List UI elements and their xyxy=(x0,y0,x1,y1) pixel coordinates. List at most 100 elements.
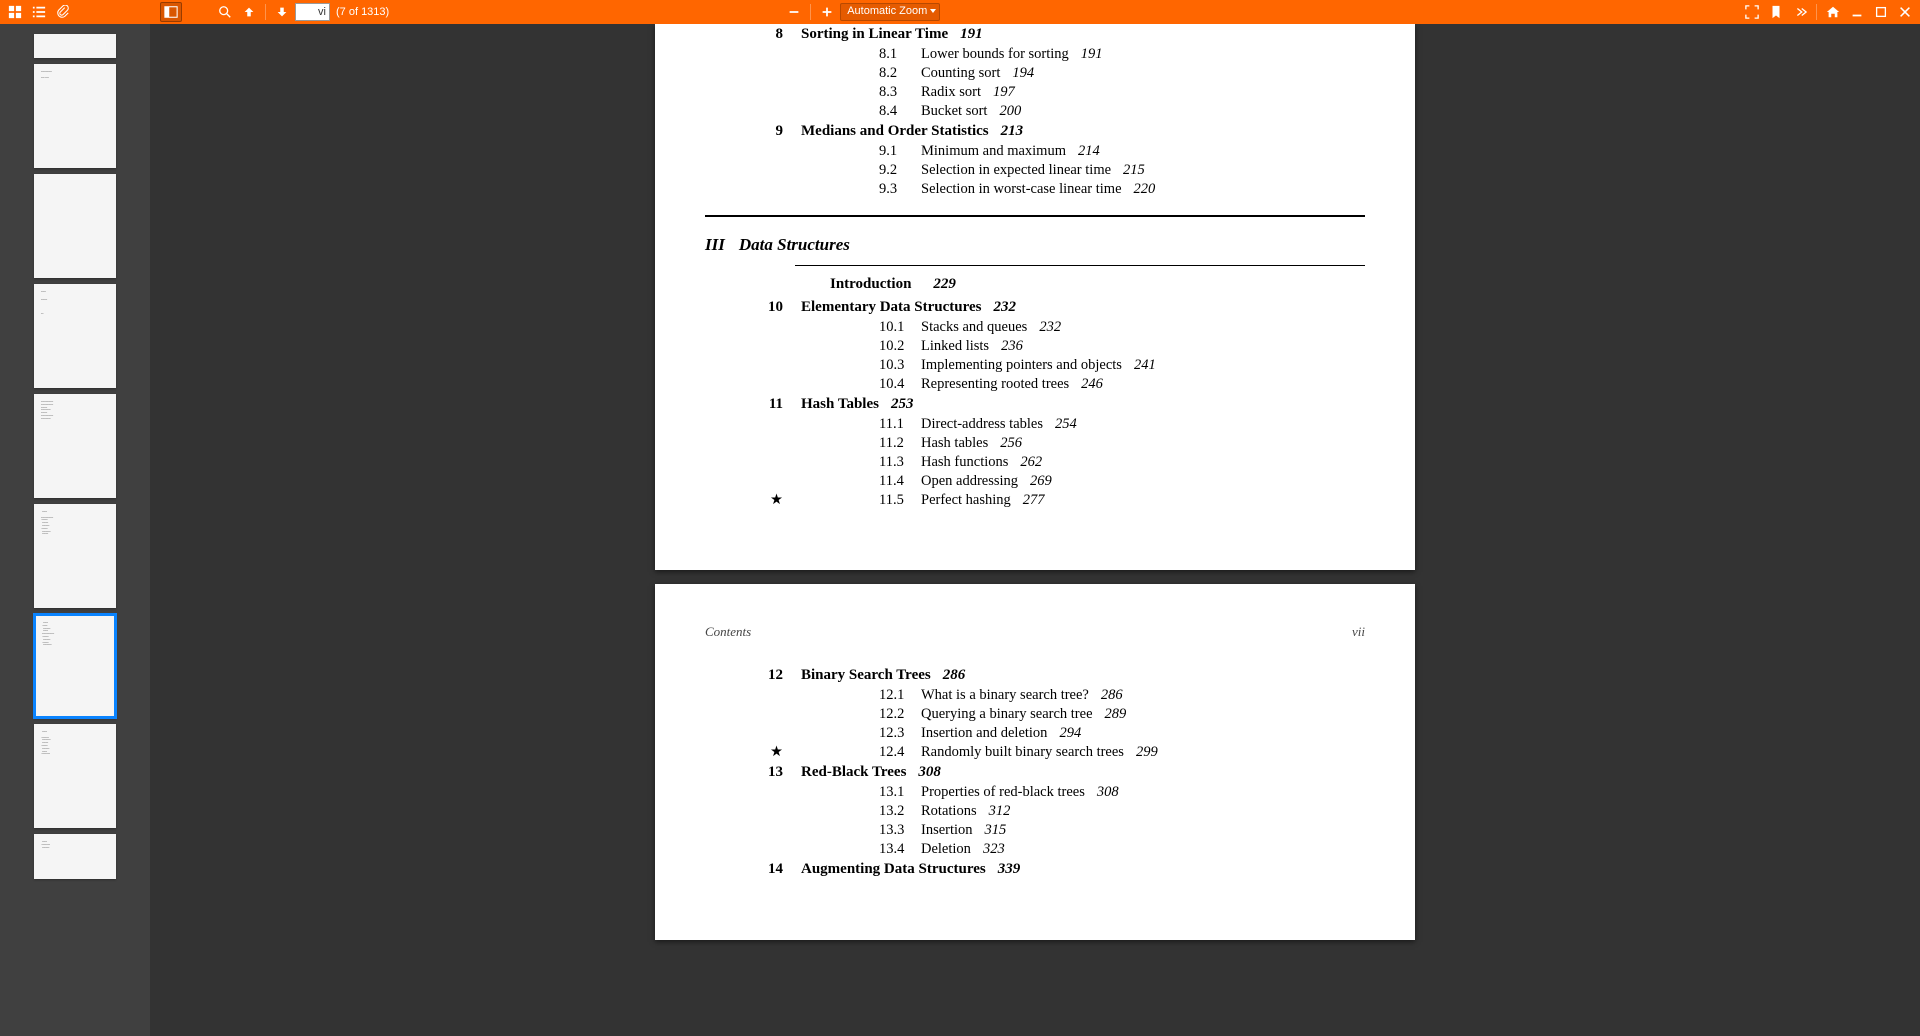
chapter-page: 213 xyxy=(1001,123,1024,140)
fullscreen-icon[interactable] xyxy=(1741,2,1763,22)
tools-icon[interactable] xyxy=(1789,2,1811,22)
section-page: 191 xyxy=(1081,46,1103,63)
section-number: 11.3 xyxy=(879,454,921,471)
page-thumbnail[interactable]: ━━━━━━━━━━━━━━━━━━━━━━━━━━━━━━━━━━━━━━━━… xyxy=(34,394,116,498)
page-thumbnail[interactable]: ━━━━━━━━━━━━━━ ━━━━━ ━━━━━ ━━━━━━ ━━━━━ … xyxy=(34,504,116,608)
chapter-number: 14 xyxy=(753,861,801,878)
section-title: Properties of red-black trees xyxy=(921,784,1085,801)
chapter-number: 9 xyxy=(753,123,801,140)
page-count-label: (7 of 1313) xyxy=(336,6,389,18)
section-title: Querying a binary search tree xyxy=(921,706,1093,723)
section-title: Minimum and maximum xyxy=(921,143,1066,160)
section-title: Direct-address tables xyxy=(921,416,1043,433)
chapter-title: Red-Black Trees xyxy=(801,764,906,781)
section-page: 308 xyxy=(1097,784,1119,801)
page-down-icon[interactable] xyxy=(271,2,293,22)
page-thumbnail[interactable]: ━━━━━━━━━━━ xyxy=(34,284,116,388)
section-title: Counting sort xyxy=(921,65,1000,82)
section-page: 254 xyxy=(1055,416,1077,433)
section-number: 10.1 xyxy=(879,319,921,336)
zoom-select[interactable]: Automatic Zoom xyxy=(840,3,940,21)
section-title: Rotations xyxy=(921,803,977,820)
section-number: 12.2 xyxy=(879,706,921,723)
zoom-in-icon[interactable] xyxy=(816,2,838,22)
section-page: 294 xyxy=(1059,725,1081,742)
bookmark-icon[interactable] xyxy=(1765,2,1787,22)
section-number: 11.1 xyxy=(879,416,921,433)
section-number: 8.4 xyxy=(879,103,921,120)
page-thumbnail[interactable]: ━━━━ ━━━━━━ ━━━━━━━ ━━━━━ ━━━━━ ━━━━━━ ━… xyxy=(34,724,116,828)
minimize-icon[interactable] xyxy=(1846,2,1868,22)
outline-toggle-icon[interactable] xyxy=(28,2,50,22)
chapter-number: 13 xyxy=(753,764,801,781)
page-thumbnail[interactable]: ━━━━ ━━━━ ━━━━━━ ━━━━━━━━━━━━━━ ━━━━━ ━━… xyxy=(34,614,116,718)
section-number: 13.3 xyxy=(879,822,921,839)
page-up-icon[interactable] xyxy=(238,2,260,22)
intro-title: Introduction xyxy=(830,276,911,293)
section-number: 11.4 xyxy=(879,473,921,490)
section-number: 8.3 xyxy=(879,84,921,101)
section-title: Bucket sort xyxy=(921,103,987,120)
section-number: 9.2 xyxy=(879,162,921,179)
section-page: 312 xyxy=(989,803,1011,820)
attachments-icon[interactable] xyxy=(52,2,74,22)
section-title: Stacks and queues xyxy=(921,319,1027,336)
thumbnails-toggle-icon[interactable] xyxy=(4,2,26,22)
page-thumbnail[interactable]: ━━━━ ━━━━━━━ ━━━━━━ xyxy=(34,834,116,879)
section-title: Representing rooted trees xyxy=(921,376,1069,393)
section-title: What is a binary search tree? xyxy=(921,687,1089,704)
section-number: 8.2 xyxy=(879,65,921,82)
section-number: 12.3 xyxy=(879,725,921,742)
section-title: Deletion xyxy=(921,841,971,858)
home-icon[interactable] xyxy=(1822,2,1844,22)
chapter-number: 12 xyxy=(753,667,801,684)
section-title: Insertion xyxy=(921,822,973,839)
toolbar: (7 of 1313) Automatic Zoom xyxy=(0,0,1920,24)
section-number: 10.2 xyxy=(879,338,921,355)
section-number: 10.3 xyxy=(879,357,921,374)
maximize-icon[interactable] xyxy=(1870,2,1892,22)
chapter-page: 253 xyxy=(891,396,914,413)
chevron-down-icon xyxy=(930,9,936,13)
section-page: 197 xyxy=(993,84,1015,101)
section-title: Lower bounds for sorting xyxy=(921,46,1069,63)
page-header-right: vii xyxy=(1352,624,1365,640)
section-number: 9.1 xyxy=(879,143,921,160)
section-page: 289 xyxy=(1105,706,1127,723)
page-thumbnail[interactable] xyxy=(34,34,116,58)
section-title: Linked lists xyxy=(921,338,989,355)
section-page: 194 xyxy=(1012,65,1034,82)
page-thumbnail[interactable] xyxy=(34,174,116,278)
section-page: 246 xyxy=(1081,376,1103,393)
thumbnail-sidebar[interactable]: ━━━━━━━━━━━━ ━━━ ━━━━━━━━━━━ ━━━━━━━━━━━… xyxy=(0,24,150,1036)
chapter-number: 10 xyxy=(753,299,801,316)
section-page: 256 xyxy=(1000,435,1022,452)
chapter-page: 286 xyxy=(943,667,966,684)
section-number: 12.1 xyxy=(879,687,921,704)
document-page: Contentsvii12Binary Search Trees28612.1W… xyxy=(655,584,1415,940)
section-title: Perfect hashing xyxy=(921,492,1011,509)
sidebar-toggle-icon[interactable] xyxy=(160,2,182,22)
section-page: 262 xyxy=(1020,454,1042,471)
section-page: 200 xyxy=(999,103,1021,120)
section-number: 12.4 xyxy=(879,744,921,761)
section-title: Open addressing xyxy=(921,473,1018,490)
search-icon[interactable] xyxy=(214,2,236,22)
document-viewer[interactable]: 8Sorting in Linear Time1918.1Lower bound… xyxy=(150,24,1920,1036)
close-icon[interactable] xyxy=(1894,2,1916,22)
page-thumbnail[interactable]: ━━━━━━━━━━━━ ━━━ xyxy=(34,64,116,168)
section-page: 315 xyxy=(985,822,1007,839)
zoom-out-icon[interactable] xyxy=(783,2,805,22)
chapter-title: Medians and Order Statistics xyxy=(801,123,989,140)
section-page: 236 xyxy=(1001,338,1023,355)
page-number-input[interactable] xyxy=(295,3,330,21)
part-number: III xyxy=(705,235,725,255)
section-number: 10.4 xyxy=(879,376,921,393)
chapter-title: Elementary Data Structures xyxy=(801,299,982,316)
chapter-number: 8 xyxy=(753,26,801,43)
intro-page: 229 xyxy=(933,276,956,293)
section-page: 269 xyxy=(1030,473,1052,490)
chapter-page: 191 xyxy=(960,26,983,43)
section-page: 220 xyxy=(1134,181,1156,198)
section-page: 299 xyxy=(1136,744,1158,761)
